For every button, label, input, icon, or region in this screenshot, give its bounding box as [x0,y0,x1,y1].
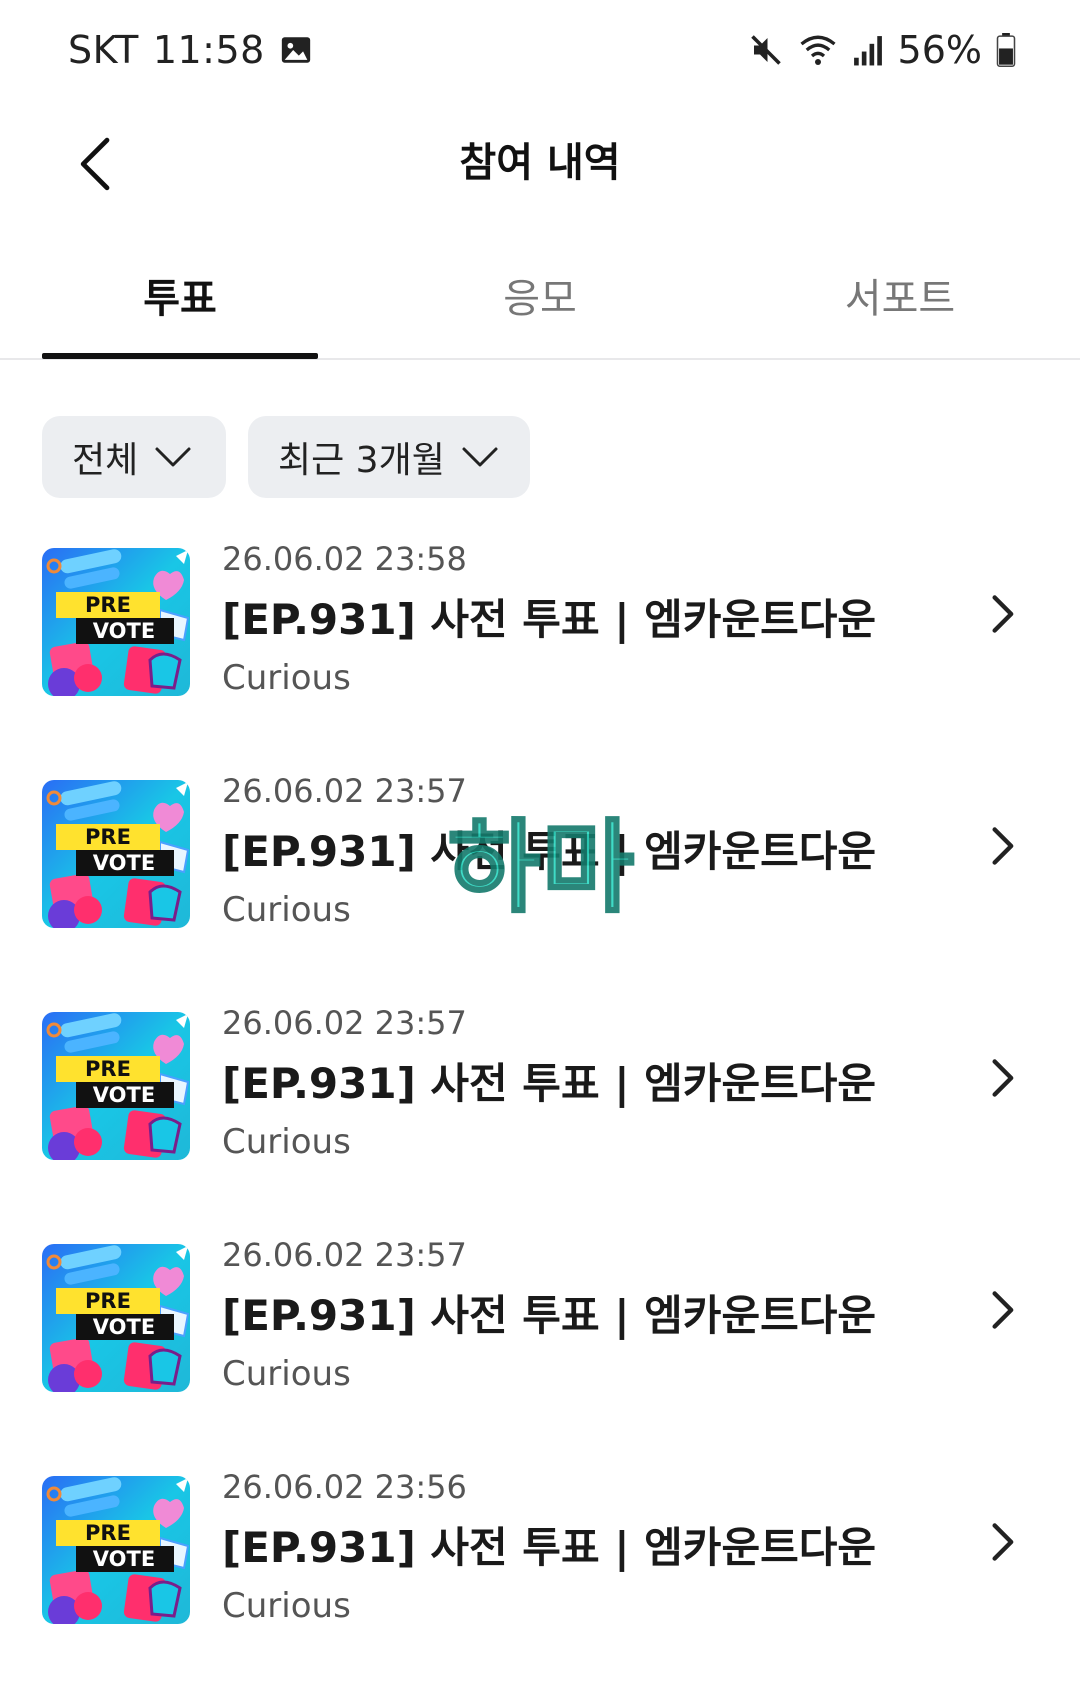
category-filter-label: 전체 [72,440,139,481]
status-right: 56% [748,28,1016,72]
mute-icon [748,32,784,68]
tab-bar: 투표 응모 서포트 [0,240,1080,360]
category-filter-dropdown[interactable]: 전체 [42,416,226,498]
tab-support[interactable]: 서포트 [720,266,1080,324]
chevron-down-icon [155,447,191,467]
chevron-right-icon [992,1291,1014,1329]
watermark-text: 하마 [447,808,636,928]
vote-thumbnail: PRE VOTE [42,548,190,696]
battery-icon [996,33,1016,67]
tab-entry[interactable]: 응모 [360,266,720,324]
gallery-icon [279,33,313,67]
item-subtitle: Curious [222,1586,351,1626]
list-item[interactable]: PRE VOTE 26.06.02 23:57 [EP.931] 사전 투표 |… [0,1004,1080,1184]
chevron-down-icon [462,447,498,467]
chevron-right-icon [992,1523,1014,1561]
item-date: 26.06.02 23:58 [222,540,467,578]
thumbnail-bottom-text: VOTE [93,619,155,643]
item-subtitle: Curious [222,890,351,930]
status-bar: SKT 11:58 56% [0,0,1080,110]
filter-bar: 전체 최근 3개월 [42,416,530,498]
chevron-right-icon [992,1059,1014,1097]
item-title: [EP.931] 사전 투표 | 엠카운트다운 [222,1523,877,1572]
chevron-right-icon [992,827,1014,865]
header: 참여 내역 [0,110,1080,260]
item-date: 26.06.02 23:57 [222,1236,467,1274]
list-item[interactable]: PRE VOTE 26.06.02 23:58 [EP.931] 사전 투표 |… [0,540,1080,720]
thumbnail-top-text: PRE [85,825,131,849]
thumbnail-bottom-text: VOTE [93,1315,155,1339]
thumbnail-top-text: PRE [85,593,131,617]
thumbnail-bottom-text: VOTE [93,851,155,875]
vote-thumbnail: PRE VOTE [42,1476,190,1624]
thumbnail-bottom-text: VOTE [93,1547,155,1571]
item-subtitle: Curious [222,1122,351,1162]
list-item[interactable]: PRE VOTE 26.06.02 23:56 [EP.931] 사전 투표 |… [0,1468,1080,1648]
item-date: 26.06.02 23:57 [222,1004,467,1042]
item-title: [EP.931] 사전 투표 | 엠카운트다운 [222,1059,877,1108]
item-date: 26.06.02 23:57 [222,772,467,810]
vote-thumbnail: PRE VOTE [42,1244,190,1392]
battery-label: 56% [897,28,982,72]
tab-vote[interactable]: 투표 [0,266,360,324]
vote-thumbnail: PRE VOTE [42,780,190,928]
clock: 11:58 [152,28,265,72]
thumbnail-top-text: PRE [85,1521,131,1545]
active-tab-indicator [42,353,318,359]
item-subtitle: Curious [222,1354,351,1394]
period-filter-dropdown[interactable]: 최근 3개월 [248,416,530,498]
chevron-right-icon [992,595,1014,633]
list-item[interactable]: PRE VOTE 26.06.02 23:57 [EP.931] 사전 투표 |… [0,1236,1080,1416]
item-date: 26.06.02 23:56 [222,1468,467,1506]
page-title: 참여 내역 [459,140,621,186]
item-subtitle: Curious [222,658,351,698]
vote-thumbnail: PRE VOTE [42,1012,190,1160]
thumbnail-top-text: PRE [85,1289,131,1313]
carrier-label: SKT [68,28,139,72]
period-filter-label: 최근 3개월 [278,440,445,481]
thumbnail-bottom-text: VOTE [93,1083,155,1107]
item-title: [EP.931] 사전 투표 | 엠카운트다운 [222,595,877,644]
thumbnail-top-text: PRE [85,1057,131,1081]
status-left: SKT 11:58 [68,28,313,72]
wifi-icon [798,32,838,68]
item-title: [EP.931] 사전 투표 | 엠카운트다운 [222,1291,877,1340]
signal-icon [852,33,884,67]
